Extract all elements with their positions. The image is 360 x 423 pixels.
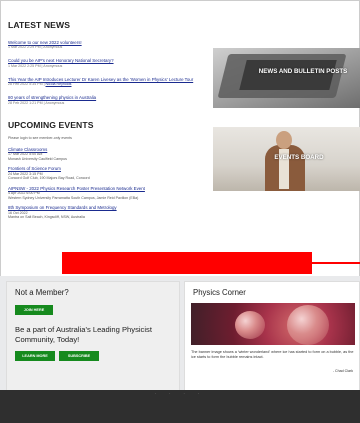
membership-panel: Not a Member? JOIN HERE Be a part of Aus…	[6, 281, 180, 391]
upcoming-events-heading: UPCOMING EVENTS	[8, 119, 94, 130]
event-item: Frontiers of Science Forum 24 Mar 2022 3…	[8, 166, 208, 181]
latest-news-heading: LATEST NEWS	[8, 20, 71, 30]
news-author: Anonymous	[45, 100, 65, 105]
physics-corner-credit: - Chad Clark	[332, 369, 353, 373]
news-meta: 1 Mar 2022 2:29 PM | Anonymous	[8, 45, 63, 50]
news-bulletin-caption: NEWS AND BULLETIN POSTS	[258, 68, 348, 75]
red-line	[312, 262, 360, 264]
bubble-shape	[287, 305, 329, 345]
news-date: 1 Mar 2022 2:25 PM	[8, 63, 41, 68]
news-date: 1 Mar 2022 2:29 PM	[8, 45, 41, 50]
membership-tagline: Be a part of Australia's Leading Physici…	[15, 325, 152, 344]
event-item: Climate Classrooms 17 Mar 2022 5:00 AM M…	[8, 147, 208, 162]
person-head-image	[276, 131, 292, 149]
frozen-bubble-image	[191, 303, 355, 345]
red-banner	[62, 252, 312, 274]
subscribe-button[interactable]: SUBSCRIBE	[59, 351, 99, 361]
news-date: 28 Feb 2022 5:34 PM	[8, 82, 43, 87]
events-board-promo[interactable]: EVENTS BOARD	[213, 127, 360, 191]
bubble-shape	[235, 311, 265, 339]
news-meta: 28 Feb 2022 1:21 PM | Anonymous	[8, 100, 65, 105]
footer: · · · ·	[0, 390, 360, 423]
membership-title: Not a Member?	[15, 288, 69, 297]
join-button[interactable]: JOIN HERE	[15, 305, 53, 315]
event-location: Monash University Caulfield Campus	[8, 156, 67, 161]
news-item: This Year the AIP Introduces Lecturer Dr…	[8, 77, 208, 87]
learn-more-button[interactable]: LEARN MORE	[15, 351, 55, 361]
news-meta: 28 Feb 2022 5:34 PM | Nicola Reynolds	[8, 82, 72, 87]
news-meta: 1 Mar 2022 2:25 PM | Anonymous	[8, 63, 63, 68]
event-location: Western Sydney University Parramatta Sou…	[8, 195, 139, 200]
event-item: 8th Symposium on Frequency Standards and…	[8, 205, 208, 220]
footer-links[interactable]: · · · ·	[0, 390, 360, 398]
news-item: Could you be AIP's next Honorary Nationa…	[8, 58, 208, 68]
news-item: 80 years of strengthening physics in Aus…	[8, 95, 208, 105]
news-author: Anonymous	[43, 63, 63, 68]
event-location: Concord Golf Club, 190 Majors Bay Road, …	[8, 176, 90, 181]
event-item: AIPNSW - 2022 Physics Research Poster Pr…	[8, 186, 208, 201]
news-bulletin-promo[interactable]: NEWS AND BULLETIN POSTS	[213, 48, 360, 108]
physics-corner-caption: The banner image shows a 'winter wonderl…	[191, 350, 354, 360]
physics-corner-panel: Physics Corner The banner image shows a …	[184, 281, 360, 391]
main-content: LATEST NEWS Welcome to our new 2022 volu…	[8, 20, 208, 225]
event-location: Mantra on Salt Beach, Kingscliff, NSW, A…	[8, 215, 85, 220]
news-date: 28 Feb 2022 1:21 PM	[8, 100, 43, 105]
news-author: Anonymous	[43, 45, 63, 50]
physics-corner-title: Physics Corner	[193, 288, 246, 297]
bottom-section: Not a Member? JOIN HERE Be a part of Aus…	[0, 276, 360, 391]
events-board-caption: EVENTS BOARD	[274, 154, 324, 161]
news-author-link[interactable]: Nicola Reynolds	[46, 82, 72, 86]
login-note: Please login to see member-only events	[8, 135, 72, 140]
news-item: Welcome to our new 2022 volunteers! 1 Ma…	[8, 40, 208, 50]
